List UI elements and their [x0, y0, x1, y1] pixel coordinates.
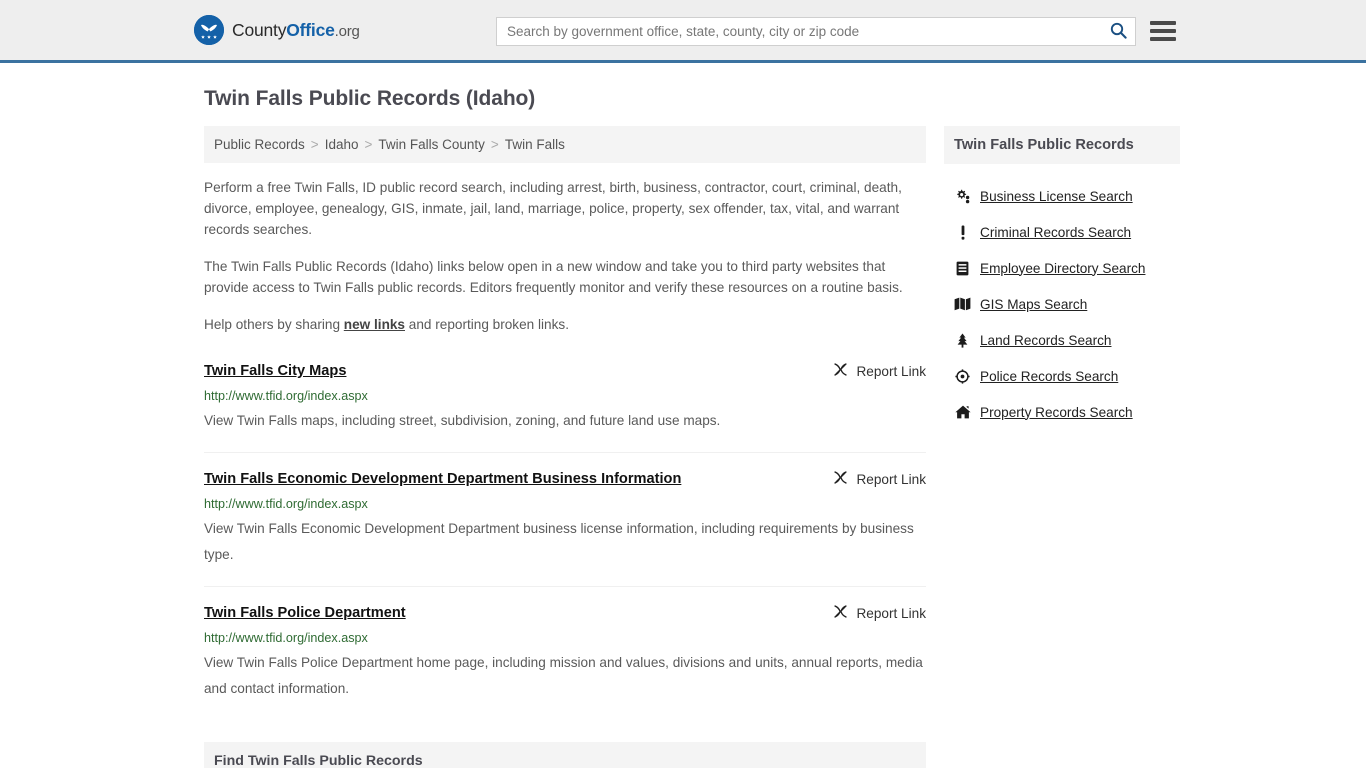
intro-paragraph-2: The Twin Falls Public Records (Idaho) li…	[204, 259, 903, 295]
site-logo[interactable]: CountyOffice.org	[194, 15, 360, 45]
sidebar-item-land-records[interactable]: Land Records Search	[944, 322, 1180, 358]
tree-icon	[954, 333, 971, 348]
report-link-button[interactable]: Report Link	[833, 469, 926, 488]
search-icon	[1110, 22, 1127, 42]
sidebar-item-label: Business License Search	[980, 188, 1133, 204]
report-link-label: Report Link	[856, 605, 926, 621]
result-item: Twin Falls Police Department Report Link	[204, 603, 926, 720]
exclamation-icon	[954, 225, 971, 240]
report-link-label: Report Link	[856, 363, 926, 379]
breadcrumb-separator: >	[490, 137, 499, 152]
main-column: Public Records > Idaho > Twin Falls Coun…	[204, 126, 926, 768]
sidebar-item-police-records[interactable]: Police Records Search	[944, 358, 1180, 394]
find-records-heading: Find Twin Falls Public Records	[204, 742, 926, 768]
result-url[interactable]: http://www.tfid.org/index.aspx	[204, 630, 926, 646]
sidebar-item-criminal-records[interactable]: Criminal Records Search	[944, 214, 1180, 250]
help-paragraph: Help others by sharing new links and rep…	[204, 314, 926, 335]
result-header: Twin Falls City Maps Report Link	[204, 361, 926, 381]
report-link-button[interactable]: Report Link	[833, 361, 926, 380]
sidebar-item-label: Employee Directory Search	[980, 260, 1146, 276]
broken-link-icon	[833, 604, 848, 622]
breadcrumb-separator: >	[364, 137, 373, 152]
broken-link-icon	[833, 470, 848, 488]
sidebar-heading: Twin Falls Public Records	[944, 126, 1180, 164]
result-url[interactable]: http://www.tfid.org/index.aspx	[204, 496, 926, 512]
result-item: Twin Falls Economic Development Departme…	[204, 469, 926, 587]
sidebar: Twin Falls Public Records Business Licen…	[944, 126, 1180, 430]
map-icon	[954, 297, 971, 311]
breadcrumb-separator: >	[310, 137, 319, 152]
help-suffix: and reporting broken links.	[405, 317, 569, 332]
result-title-link[interactable]: Twin Falls City Maps	[204, 361, 346, 381]
report-link-label: Report Link	[856, 471, 926, 487]
search-button[interactable]	[1101, 18, 1135, 45]
breadcrumb: Public Records > Idaho > Twin Falls Coun…	[204, 126, 926, 163]
page-content: Twin Falls Public Records (Idaho) Public…	[0, 63, 1366, 768]
hamburger-menu-button[interactable]	[1150, 18, 1176, 44]
new-links-link[interactable]: new links	[344, 317, 405, 332]
sidebar-item-employee-directory[interactable]: Employee Directory Search	[944, 250, 1180, 286]
result-description: View Twin Falls Economic Development Dep…	[204, 521, 914, 562]
sidebar-item-property-records[interactable]: Property Records Search	[944, 394, 1180, 430]
page-title: Twin Falls Public Records (Idaho)	[204, 87, 536, 110]
result-header: Twin Falls Police Department Report Link	[204, 603, 926, 623]
content-columns: Public Records > Idaho > Twin Falls Coun…	[204, 126, 1192, 768]
result-description: View Twin Falls Police Department home p…	[204, 655, 923, 696]
home-icon	[954, 405, 971, 419]
hamburger-menu-icon	[1150, 29, 1176, 33]
broken-link-icon	[833, 362, 848, 380]
search-bar[interactable]	[496, 17, 1136, 46]
report-link-button[interactable]: Report Link	[833, 603, 926, 622]
sidebar-item-label: Police Records Search	[980, 368, 1119, 384]
cogs-icon	[954, 189, 971, 204]
breadcrumb-item-public-records[interactable]: Public Records	[214, 137, 305, 152]
sidebar-item-label: Land Records Search	[980, 332, 1112, 348]
intro-paragraph-1: Perform a free Twin Falls, ID public rec…	[204, 180, 902, 237]
police-badge-icon	[954, 368, 971, 384]
result-url[interactable]: http://www.tfid.org/index.aspx	[204, 388, 926, 404]
sidebar-item-business-license[interactable]: Business License Search	[944, 178, 1180, 214]
results-list: Twin Falls City Maps Report Link http://…	[204, 361, 926, 720]
brand-org: .org	[334, 22, 360, 40]
hamburger-menu-icon	[1150, 21, 1176, 25]
sidebar-list: Business License Search Criminal Records…	[944, 178, 1180, 430]
result-description: View Twin Falls maps, including street, …	[204, 413, 721, 428]
site-header: CountyOffice.org	[0, 0, 1366, 63]
breadcrumb-item-twin-falls-county[interactable]: Twin Falls County	[378, 137, 485, 152]
breadcrumb-item-idaho[interactable]: Idaho	[325, 137, 359, 152]
brand-office: Office	[286, 19, 335, 40]
eagle-stars-icon	[194, 15, 224, 45]
help-prefix: Help others by sharing	[204, 317, 344, 332]
sidebar-item-label: GIS Maps Search	[980, 296, 1088, 312]
search-input[interactable]	[497, 18, 1101, 45]
result-item: Twin Falls City Maps Report Link http://…	[204, 361, 926, 453]
brand-wordmark: CountyOffice.org	[232, 20, 360, 41]
brand-county: County	[232, 19, 287, 40]
id-card-icon	[954, 261, 971, 276]
sidebar-item-label: Property Records Search	[980, 404, 1133, 420]
sidebar-item-gis-maps[interactable]: GIS Maps Search	[944, 286, 1180, 322]
result-header: Twin Falls Economic Development Departme…	[204, 469, 926, 489]
breadcrumb-item-twin-falls[interactable]: Twin Falls	[505, 137, 565, 152]
hamburger-menu-icon	[1150, 37, 1176, 41]
content-container: Twin Falls Public Records (Idaho) Public…	[204, 87, 1192, 768]
sidebar-item-label: Criminal Records Search	[980, 224, 1132, 240]
result-title-link[interactable]: Twin Falls Economic Development Departme…	[204, 469, 681, 489]
result-title-link[interactable]: Twin Falls Police Department	[204, 603, 406, 623]
